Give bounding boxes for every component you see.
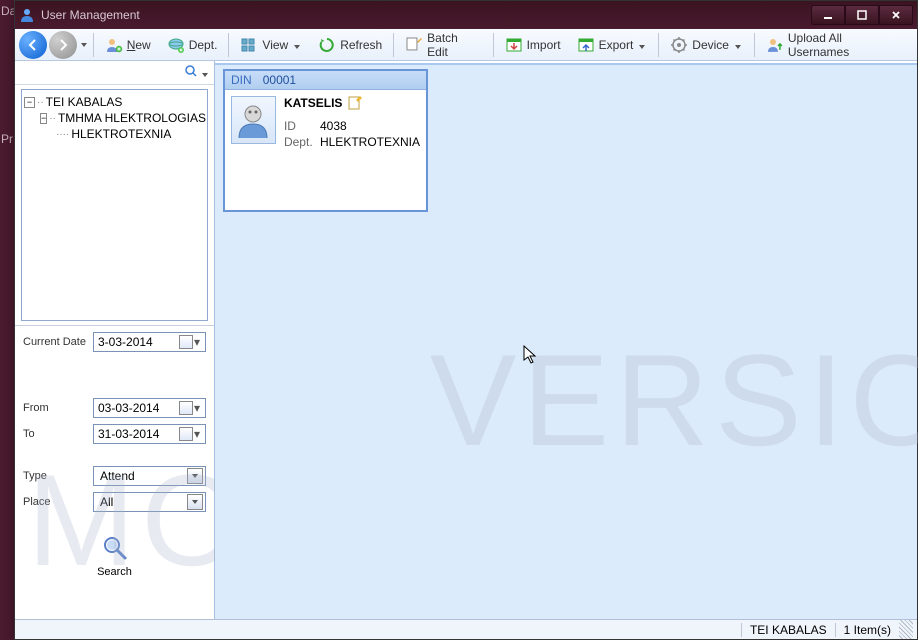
calendar-icon[interactable] [179,401,193,415]
chevron-down-icon[interactable] [187,494,203,510]
view-icon [240,36,258,54]
nav-history-dropdown[interactable] [79,31,89,59]
device-button[interactable]: Device [663,32,750,58]
type-label: Type [23,470,87,482]
from-date-input[interactable]: 03-03-2014 ▾ [93,398,206,418]
export-button[interactable]: Export [570,32,655,58]
place-label: Place [23,496,87,508]
dept-label: Dept. [189,38,218,52]
maximize-button[interactable] [845,5,879,25]
import-button[interactable]: Import [498,32,568,58]
sidebar: − ·· TEI KABALAS − ·· TMHMA HLEKTROLOGIA… [15,61,215,619]
watermark: VERSIO [430,325,918,475]
tree-collapse-icon[interactable]: − [40,113,47,124]
chevron-down-icon[interactable]: ▾ [193,401,201,415]
tree-node-child2[interactable]: ···· HLEKTROTEXNIA [24,126,205,142]
chevron-down-icon [639,38,647,52]
batch-edit-label: Batch Edit [427,31,481,59]
export-label: Export [599,38,634,52]
import-icon [505,36,523,54]
batch-edit-button[interactable]: Batch Edit [398,32,488,58]
from-label: From [23,402,87,414]
to-label: To [23,428,87,440]
toolbar: New Dept. View Refresh Batch Edit Import [15,29,917,61]
minimize-button[interactable] [811,5,845,25]
chevron-down-icon[interactable] [187,468,203,484]
dept-tree: − ·· TEI KABALAS − ·· TMHMA HLEKTROLOGIA… [21,89,208,321]
search-label: Search [97,566,132,578]
device-label: Device [692,38,729,52]
to-date-input[interactable]: 31-03-2014 ▾ [93,424,206,444]
statusbar: TEI KABALAS 1 Item(s) [15,619,917,639]
magnifier-icon [101,534,129,562]
chevron-down-icon[interactable] [202,66,208,80]
chevron-down-icon[interactable]: ▾ [193,335,201,349]
batch-edit-icon [405,36,423,54]
tree-node-root[interactable]: − ·· TEI KABALAS [24,94,205,110]
type-select[interactable]: Attend [93,466,206,486]
window-title: User Management [41,8,811,22]
nav-back-button[interactable] [19,31,47,59]
status-path: TEI KABALAS [741,623,835,637]
upload-label: Upload All Usernames [788,31,906,59]
place-select[interactable]: All [93,492,206,512]
view-button[interactable]: View [233,32,309,58]
user-name: KATSELIS [284,96,420,110]
main-content: VERSIO DIN 00001 KATSELIS [215,63,917,619]
status-count: 1 Item(s) [835,623,899,637]
app-icon [19,7,35,23]
titlebar: User Management [15,1,917,29]
refresh-button[interactable]: Refresh [311,32,389,58]
tree-collapse-icon[interactable]: − [24,97,35,108]
nav-forward-button[interactable] [49,31,77,59]
search-strip [15,61,214,85]
close-button[interactable] [879,5,913,25]
search-button[interactable]: Search [23,518,206,586]
upload-icon [766,36,784,54]
dept-icon [167,36,185,54]
import-label: Import [527,38,561,52]
current-date-label: Current Date [23,336,87,348]
edit-icon[interactable] [348,96,362,110]
chevron-down-icon [735,38,743,52]
view-label: View [262,38,288,52]
calendar-icon[interactable] [179,427,193,441]
chevron-down-icon [294,38,302,52]
chevron-down-icon[interactable]: ▾ [193,427,201,441]
background-app-strip: Da Pr [0,0,14,640]
refresh-label: Refresh [340,38,382,52]
user-card[interactable]: DIN 00001 KATSELIS ID4038 Dept [223,69,428,212]
resize-grip[interactable] [899,620,913,639]
cursor-icon [523,345,539,368]
new-user-icon [105,36,123,54]
upload-button[interactable]: Upload All Usernames [759,32,913,58]
device-icon [670,36,688,54]
main-window: User Management New Dept. View Refre [14,0,918,640]
dept-button[interactable]: Dept. [160,32,225,58]
avatar [231,96,276,144]
current-date-input[interactable]: 3-03-2014 ▾ [93,332,206,352]
search-icon[interactable] [184,64,198,81]
card-header: DIN 00001 [225,71,426,90]
new-button[interactable]: New [98,32,158,58]
filter-panel: Current Date 3-03-2014 ▾ From 03-03-2014… [15,325,214,592]
new-label: New [127,38,151,52]
refresh-icon [318,36,336,54]
tree-node-child1[interactable]: − ·· TMHMA HLEKTROLOGIAS [24,110,205,126]
calendar-icon[interactable] [179,335,193,349]
export-icon [577,36,595,54]
